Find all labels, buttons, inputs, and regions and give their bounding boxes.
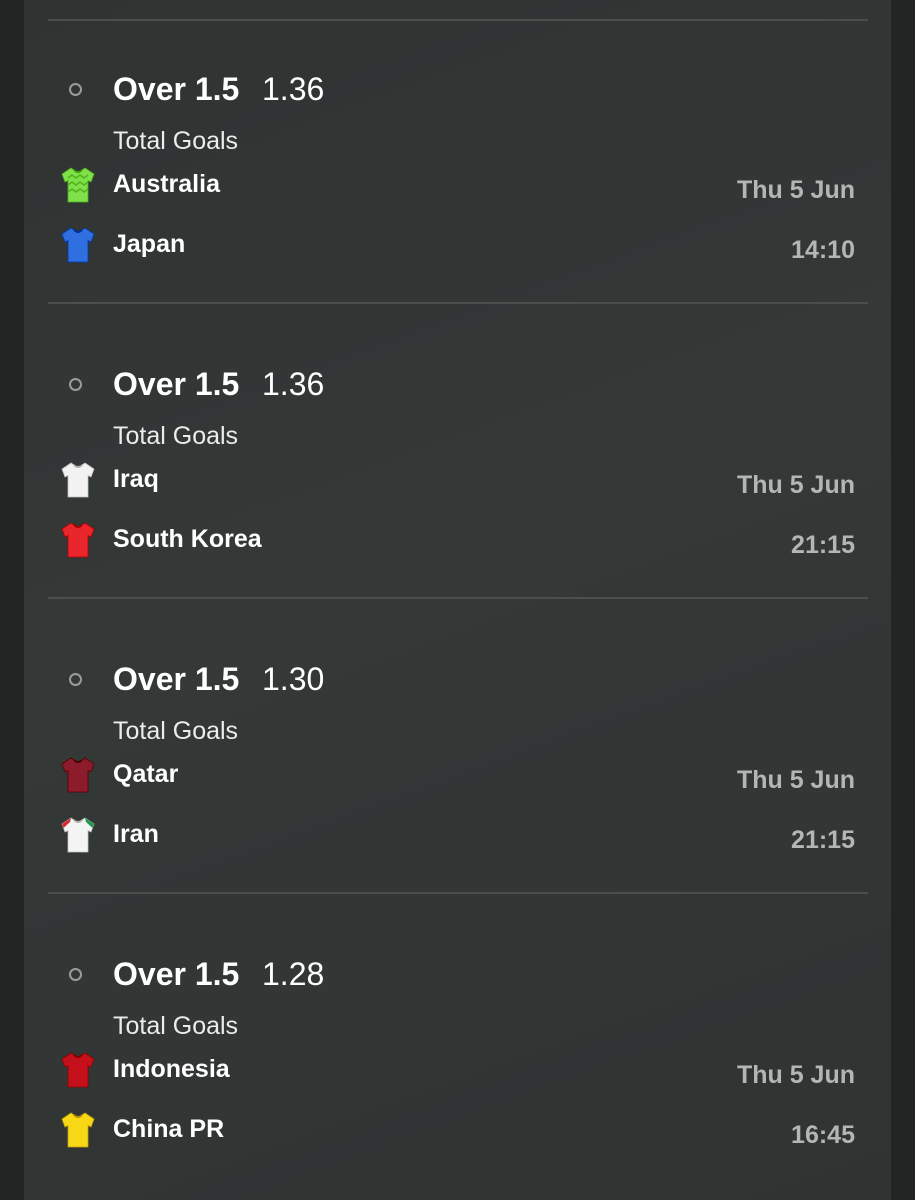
match-date: Thu 5 Jun (736, 1061, 855, 1089)
away-team-name: China PR (113, 1115, 225, 1143)
bet-item[interactable]: Over 1.5 1.28 Total Goals Indonesia Chin… (24, 906, 891, 1200)
betslip-page: Over 1.5 1.36 Total Goals Australia Japa… (0, 0, 915, 1200)
jersey-white-icon (60, 816, 96, 854)
selection-radio[interactable] (69, 968, 82, 981)
divider (48, 597, 868, 599)
away-team-name: South Korea (113, 525, 262, 553)
market-label: Total Goals (113, 717, 239, 745)
bet-item[interactable]: Over 1.5 1.30 Total Goals Qatar Iran Thu… (24, 611, 891, 906)
away-team-name: Japan (113, 230, 186, 258)
jersey-yellow-icon (60, 1111, 96, 1149)
jersey-white-icon (60, 461, 96, 499)
odds-value: 1.28 (262, 956, 325, 992)
divider (48, 302, 868, 304)
selection-label: Over 1.5 (113, 366, 240, 402)
match-date: Thu 5 Jun (736, 471, 855, 499)
home-team-name: Indonesia (113, 1055, 230, 1083)
selection-label: Over 1.5 (113, 71, 240, 107)
odds-value: 1.36 (262, 71, 325, 107)
market-label: Total Goals (113, 1012, 239, 1040)
selection-radio[interactable] (69, 673, 82, 686)
jersey-blue-icon (60, 226, 96, 264)
selection-radio[interactable] (69, 83, 82, 96)
home-team-name: Australia (113, 170, 220, 198)
jersey-maroon-icon (60, 756, 96, 794)
bet-item[interactable]: Over 1.5 1.36 Total Goals Iraq South Kor… (24, 316, 891, 611)
jersey-green-icon (60, 166, 96, 204)
home-team-name: Qatar (113, 760, 179, 788)
odds-value: 1.36 (262, 366, 325, 402)
away-team-name: Iran (113, 820, 159, 848)
selection-label: Over 1.5 (113, 956, 240, 992)
match-time: 14:10 (791, 236, 855, 264)
odds-value: 1.30 (262, 661, 325, 697)
bet-item[interactable]: Over 1.5 1.36 Total Goals Australia Japa… (24, 21, 891, 316)
jersey-red-icon (60, 521, 96, 559)
match-date: Thu 5 Jun (736, 766, 855, 794)
match-date: Thu 5 Jun (736, 176, 855, 204)
match-time: 21:15 (791, 826, 855, 854)
selection-radio[interactable] (69, 378, 82, 391)
match-time: 16:45 (791, 1121, 855, 1149)
jersey-red-icon (60, 1051, 96, 1089)
betslip-panel: Over 1.5 1.36 Total Goals Australia Japa… (24, 0, 891, 1200)
match-time: 21:15 (791, 531, 855, 559)
divider (48, 892, 868, 894)
selection-label: Over 1.5 (113, 661, 240, 697)
market-label: Total Goals (113, 422, 239, 450)
market-label: Total Goals (113, 127, 239, 155)
home-team-name: Iraq (113, 465, 159, 493)
